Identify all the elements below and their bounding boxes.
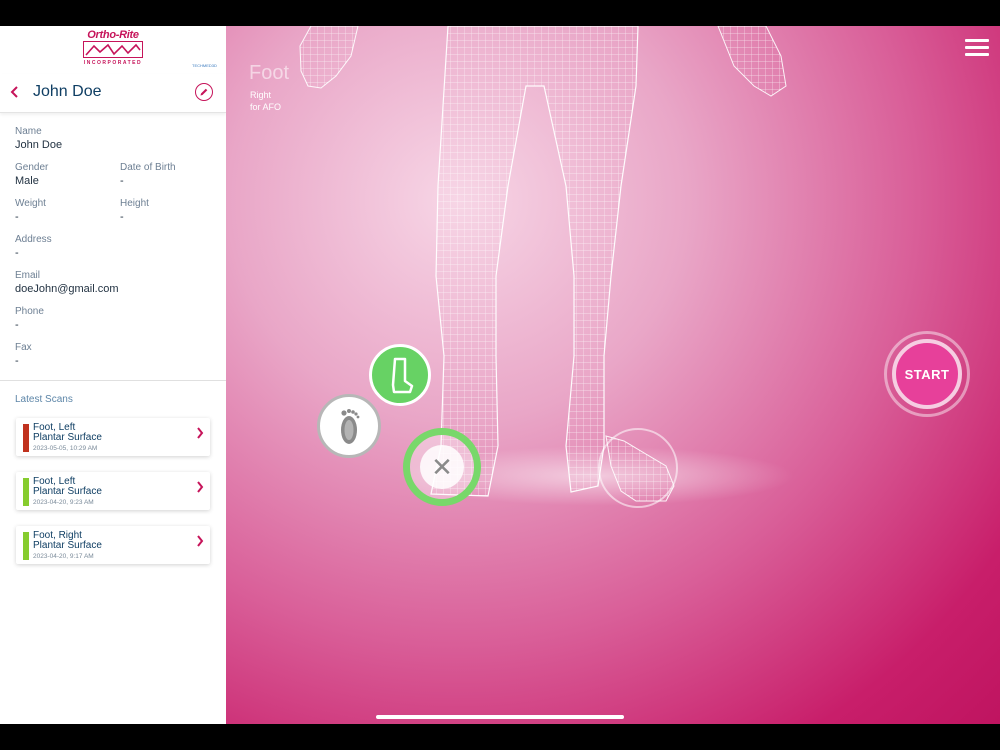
weight-label: Weight <box>15 198 46 209</box>
address-label: Address <box>15 234 52 245</box>
fax-label: Fax <box>15 342 32 353</box>
hamburger-menu-icon <box>965 39 989 42</box>
patient-header-name: John Doe <box>33 83 102 100</box>
scan-date: 2023-05-05, 10:29 AM <box>33 445 98 452</box>
techmed-tag: TECHMED3D <box>192 63 217 68</box>
scan-status-bar <box>23 478 29 506</box>
menu-button[interactable] <box>965 39 989 57</box>
app-screen: Ortho-Rite INCORPORATED TECHMED3D John D… <box>0 26 1000 724</box>
back-button[interactable] <box>10 82 20 102</box>
scan-status-bar <box>23 424 29 452</box>
afo-scan-button[interactable] <box>369 344 431 406</box>
email-value: doeJohn@gmail.com <box>15 283 119 295</box>
logo-incorporated-text: INCORPORATED <box>83 60 143 66</box>
scan-date: 2023-04-20, 9:23 AM <box>33 499 94 506</box>
patient-header: John Doe <box>0 74 226 113</box>
footprint-icon <box>341 409 360 444</box>
home-indicator[interactable] <box>376 715 624 719</box>
chevron-left-icon <box>10 86 18 98</box>
scan-date: 2023-04-20, 9:17 AM <box>33 553 94 560</box>
name-value: John Doe <box>15 139 63 151</box>
logo-brand-text: Ortho-Rite <box>87 29 139 41</box>
scan-card[interactable]: Foot, Left Plantar Surface 2023-04-20, 9… <box>16 472 210 510</box>
height-value: - <box>120 211 124 223</box>
pencil-icon <box>200 88 208 96</box>
divider <box>0 380 226 381</box>
logo-graphic <box>83 41 143 58</box>
patient-sidebar: Ortho-Rite INCORPORATED TECHMED3D John D… <box>0 26 226 724</box>
gender-label: Gender <box>15 162 49 173</box>
scan-card[interactable]: Foot, Left Plantar Surface 2023-05-05, 1… <box>16 418 210 456</box>
edit-patient-button[interactable] <box>195 83 213 101</box>
start-button[interactable]: START <box>892 339 962 409</box>
dob-value: - <box>120 175 124 187</box>
latest-scans-title: Latest Scans <box>15 394 73 405</box>
chevron-right-icon <box>196 481 204 496</box>
dob-label: Date of Birth <box>120 162 176 173</box>
scan-status-bar <box>23 532 29 560</box>
email-label: Email <box>15 270 41 281</box>
chevron-right-icon <box>196 427 204 442</box>
left-foot-close-button[interactable]: ✕ <box>403 428 481 506</box>
name-label: Name <box>15 126 42 137</box>
body-selector-view: Foot Right for AFO START ✕ <box>226 26 1000 724</box>
right-foot-selector[interactable] <box>598 428 678 508</box>
height-label: Height <box>120 198 149 209</box>
sock-icon <box>391 357 414 394</box>
scan-card[interactable]: Foot, Right Plantar Surface 2023-04-20, … <box>16 526 210 564</box>
scan-surface: Plantar Surface <box>33 432 102 443</box>
ortho-rite-logo: Ortho-Rite INCORPORATED <box>82 29 144 67</box>
address-value: - <box>15 247 19 259</box>
hamburger-menu-icon <box>965 46 989 49</box>
plantar-scan-button[interactable] <box>317 394 381 458</box>
fax-value: - <box>15 355 19 367</box>
chevron-right-icon <box>196 535 204 550</box>
mode-side: Right <box>250 90 272 100</box>
phone-value: - <box>15 319 19 331</box>
phone-label: Phone <box>15 306 44 317</box>
mode-purpose: for AFO <box>250 102 282 112</box>
mode-title: Foot <box>249 62 290 84</box>
hamburger-menu-icon <box>965 53 989 56</box>
scan-surface: Plantar Surface <box>33 540 102 551</box>
gender-value: Male <box>15 175 39 187</box>
weight-value: - <box>15 211 19 223</box>
close-icon: ✕ <box>420 445 464 489</box>
scan-surface: Plantar Surface <box>33 486 102 497</box>
